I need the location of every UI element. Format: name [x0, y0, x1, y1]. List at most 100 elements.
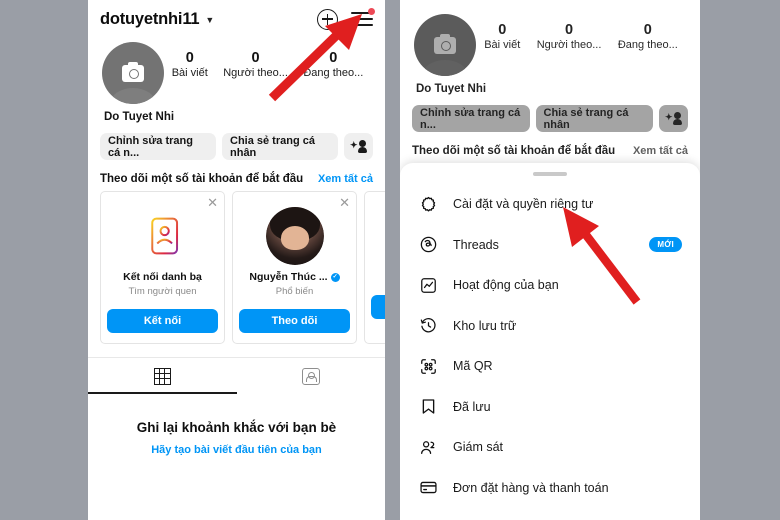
status-badge: MỚI [649, 237, 682, 253]
username-switcher[interactable]: dotuyetnhi11 ▼ [100, 10, 214, 29]
edit-profile-button[interactable]: Chỉnh sửa trang cá n... [100, 133, 216, 160]
list-item[interactable]: ✕ Nguyễn Thúc ... Phổ biến Theo dõi [232, 191, 357, 344]
profile-summary-row: 0 Bài viết 0 Người theo... 0 Đang theo..… [88, 34, 385, 104]
menu-item-close-friends[interactable]: Bạn thân [400, 508, 700, 520]
empty-state: Ghi lại khoảnh khắc với bạn bè Hãy tạo b… [88, 394, 385, 456]
settings-gear-icon [418, 194, 438, 214]
menu-item-qr-code[interactable]: Mã QR [400, 346, 700, 387]
profile-stats: 0 Bài viết 0 Người theo... 0 Đang theo..… [476, 14, 686, 51]
stat-following: 0 Đang theo... [618, 21, 678, 51]
drag-handle[interactable] [533, 172, 567, 176]
list-item-subtitle: Tìm người quen [128, 286, 197, 297]
menu-item-label: Hoạt động của bạn [453, 278, 559, 293]
qr-code-icon [418, 356, 438, 376]
stat-value: 0 [251, 50, 260, 66]
empty-state-title: Ghi lại khoảnh khắc với bạn bè [136, 420, 337, 435]
threads-icon [418, 235, 438, 255]
camera-placeholder-icon [122, 61, 144, 82]
edit-profile-button: Chỉnh sửa trang cá n... [412, 105, 530, 132]
verified-badge-icon [330, 272, 340, 282]
settings-bottom-sheet: Cài đặt và quyền riêng tư Threads MỚI Ho… [400, 163, 700, 520]
contacts-book-icon [134, 207, 192, 265]
stat-label: Đang theo... [303, 67, 364, 80]
menu-item-label: Đã lưu [453, 399, 491, 414]
share-profile-button[interactable]: Chia sẻ trang cá nhân [222, 133, 338, 160]
list-item-subtitle: Phổ biến [275, 286, 314, 297]
bookmark-icon [418, 397, 438, 417]
notification-dot [368, 8, 375, 15]
avatar [414, 14, 476, 76]
menu-item-settings-privacy[interactable]: Cài đặt và quyền riêng tư [400, 184, 700, 225]
avatar [265, 207, 324, 265]
menu-item-threads[interactable]: Threads MỚI [400, 225, 700, 266]
menu-item-orders-payments[interactable]: Đơn đặt hàng và thanh toán [400, 468, 700, 509]
stat-label: Người theo... [223, 67, 288, 80]
stat-label: Bài viết [171, 67, 208, 80]
suggestion-name-text: Nguyễn Thúc ... [249, 271, 328, 283]
menu-item-your-activity[interactable]: Hoạt động của bạn [400, 265, 700, 306]
menu-item-saved[interactable]: Đã lưu [400, 387, 700, 428]
stat-followers[interactable]: 0 Người theo... [223, 49, 288, 79]
connect-button[interactable]: Kết nối [107, 309, 218, 333]
menu-item-archive[interactable]: Kho lưu trữ [400, 306, 700, 347]
add-person-button: ✦ [659, 105, 688, 132]
see-all-link[interactable]: Xem tất cả [318, 173, 373, 185]
profile-stats: 0 Bài viết 0 Người theo... 0 Đang theo..… [164, 42, 371, 79]
plus-circle-icon[interactable] [317, 8, 338, 30]
screenshot-stage: dotuyetnhi11 ▼ 0 Bài viết 0 Người theo..… [0, 0, 780, 520]
right-phone-screen: 0 Bài viết 0 Người theo... 0 Đang theo..… [400, 0, 700, 520]
add-person-icon: ✦ [350, 140, 367, 153]
list-item[interactable]: Ngu [364, 191, 385, 344]
list-item-name: Nguyễn Thúc ... [239, 271, 350, 283]
stat-label: Người theo... [536, 39, 602, 52]
profile-action-row: Chỉnh sửa trang cá n... Chia sẻ trang cá… [400, 95, 700, 132]
stat-value: 0 [643, 22, 652, 38]
share-profile-button: Chia sẻ trang cá nhân [535, 105, 653, 132]
stat-following[interactable]: 0 Đang theo... [303, 49, 363, 79]
create-first-post-link[interactable]: Hãy tạo bài viết đầu tiên của bạn [98, 444, 375, 456]
profile-full-name: Do Tuyet Nhi [104, 111, 175, 123]
left-phone-screen: dotuyetnhi11 ▼ 0 Bài viết 0 Người theo..… [88, 0, 385, 520]
stat-value: 0 [185, 50, 194, 66]
close-icon[interactable]: ✕ [207, 196, 218, 209]
follow-button[interactable]: Theo dõi [239, 309, 350, 333]
grid-icon [153, 367, 171, 385]
suggestions-header: Theo dõi một số tài khoản để bắt đầu Xem… [88, 160, 385, 191]
suggestion-name-text: Kết nối danh bạ [123, 271, 202, 283]
profile-full-name: Do Tuyet Nhi [416, 83, 487, 95]
stat-followers: 0 Người theo... [537, 21, 602, 51]
tagged-photos-icon [301, 367, 320, 385]
username-label: dotuyetnhi11 [100, 9, 200, 28]
list-item-name: Ngu [371, 271, 385, 283]
tab-tagged[interactable] [237, 358, 386, 394]
stat-label: Bài viết [484, 39, 521, 52]
add-person-button[interactable]: ✦ [344, 133, 373, 160]
stat-posts[interactable]: 0 Bài viết [172, 49, 208, 79]
follow-button[interactable] [371, 295, 385, 319]
menu-item-supervision[interactable]: Giám sát [400, 427, 700, 468]
menu-item-label: Kho lưu trữ [453, 318, 517, 333]
avatar[interactable] [102, 42, 164, 104]
menu-item-label: Threads [453, 237, 499, 252]
close-icon[interactable]: ✕ [339, 196, 350, 209]
stat-label: Đang theo... [617, 39, 678, 52]
camera-placeholder-icon [434, 33, 456, 54]
menu-item-label: Cài đặt và quyền riêng tư [453, 197, 594, 212]
stat-value: 0 [498, 22, 507, 38]
stat-posts: 0 Bài viết [484, 21, 520, 51]
hamburger-menu-icon[interactable] [351, 8, 375, 27]
profile-action-row: Chỉnh sửa trang cá n... Chia sẻ trang cá… [88, 123, 385, 160]
supervision-people-icon [418, 437, 438, 457]
stat-value: 0 [329, 50, 338, 66]
menu-item-label: Mã QR [453, 359, 493, 374]
profile-tabs [88, 357, 385, 394]
suggestion-card-list: ✕ Kết nối danh bạ Tìm người quen Kết nối… [88, 191, 385, 344]
suggestions-header: Theo dõi một số tài khoản để bắt đầu Xem… [400, 132, 700, 163]
profile-summary-row: 0 Bài viết 0 Người theo... 0 Đang theo..… [400, 0, 700, 76]
suggestions-title: Theo dõi một số tài khoản để bắt đầu [100, 173, 304, 185]
settings-menu-list: Cài đặt và quyền riêng tư Threads MỚI Ho… [400, 180, 700, 520]
tab-grid[interactable] [88, 358, 237, 394]
menu-item-label: Đơn đặt hàng và thanh toán [453, 480, 609, 495]
list-item[interactable]: ✕ Kết nối danh bạ Tìm người quen Kết nối [100, 191, 225, 344]
profile-header-bar: dotuyetnhi11 ▼ [88, 0, 385, 34]
